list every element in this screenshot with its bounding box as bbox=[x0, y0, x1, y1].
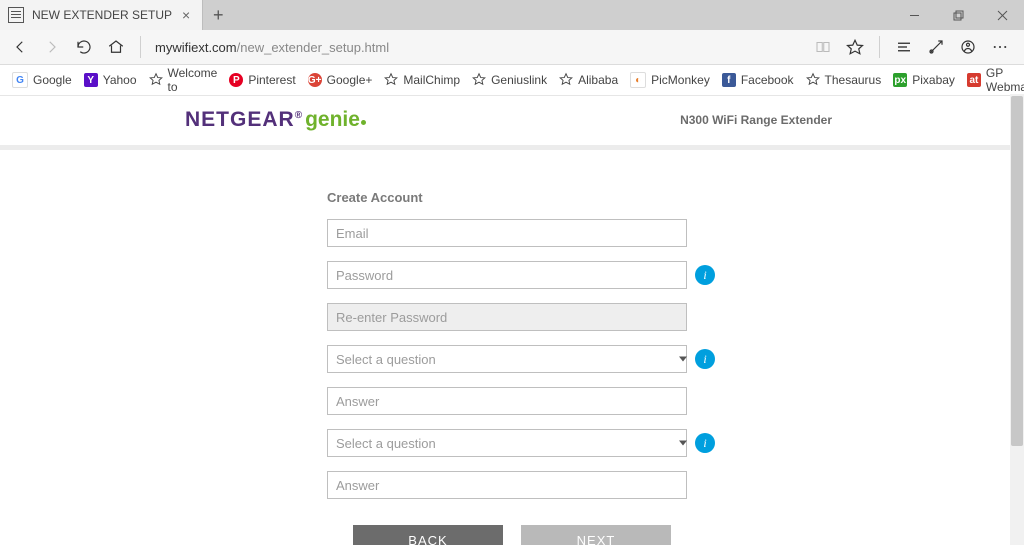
bookmark-label: Geniuslink bbox=[491, 73, 547, 87]
tab-title: NEW EXTENDER SETUP bbox=[32, 8, 172, 22]
form-title: Create Account bbox=[327, 190, 697, 205]
page-viewport: NETGEAR® genie N300 WiFi Range Extender … bbox=[0, 94, 1024, 545]
favicon: f bbox=[722, 73, 736, 87]
bookmark-label: Alibaba bbox=[578, 73, 618, 87]
window-close-button[interactable] bbox=[980, 0, 1024, 30]
bookmark-label: GP Webmail bbox=[986, 66, 1024, 94]
bookmark-item[interactable]: ◐ PicMonkey bbox=[630, 72, 710, 88]
reenter-password-field[interactable] bbox=[327, 303, 687, 331]
window-titlebar: NEW EXTENDER SETUP × + bbox=[0, 0, 1024, 30]
bookmark-item[interactable]: MailChimp bbox=[384, 72, 460, 89]
bookmark-label: Facebook bbox=[741, 73, 794, 87]
favicon: G bbox=[12, 72, 28, 88]
info-icon[interactable]: i bbox=[695, 433, 715, 453]
page-icon bbox=[8, 7, 24, 23]
bookmark-item[interactable]: Y Yahoo bbox=[84, 73, 137, 87]
bookmark-item[interactable]: G Google bbox=[12, 72, 72, 88]
nav-home-button[interactable] bbox=[102, 33, 130, 61]
star-icon bbox=[559, 72, 573, 89]
bookmark-item[interactable]: Alibaba bbox=[559, 72, 618, 89]
star-icon bbox=[472, 72, 486, 89]
more-icon[interactable] bbox=[986, 33, 1014, 61]
window-minimize-button[interactable] bbox=[892, 0, 936, 30]
url-path: /new_extender_setup.html bbox=[237, 40, 389, 55]
bookmark-label: Pixabay bbox=[912, 73, 955, 87]
nav-back-button[interactable] bbox=[6, 33, 34, 61]
bookmark-item[interactable]: at GP Webmail bbox=[967, 66, 1024, 94]
favorite-star-icon[interactable] bbox=[841, 33, 869, 61]
favicon: px bbox=[893, 73, 907, 87]
answer-1-field[interactable] bbox=[327, 387, 687, 415]
security-question-2-select[interactable]: Select a question bbox=[327, 429, 687, 457]
scrollbar[interactable] bbox=[1010, 94, 1024, 545]
page-header: NETGEAR® genie N300 WiFi Range Extender bbox=[0, 100, 1024, 150]
bookmark-label: Thesaurus bbox=[825, 73, 882, 87]
bookmark-item[interactable]: P Pinterest bbox=[229, 73, 295, 87]
toolbar-separator bbox=[140, 36, 141, 58]
bookmark-label: Pinterest bbox=[248, 73, 295, 87]
bookmark-item[interactable]: Welcome to bbox=[149, 66, 218, 94]
url-host: mywifiext.com bbox=[155, 40, 237, 55]
next-button[interactable]: NEXT bbox=[521, 525, 671, 545]
bookmark-item[interactable]: Geniuslink bbox=[472, 72, 547, 89]
tab-close-icon[interactable]: × bbox=[180, 7, 192, 23]
create-account-form: Create Account i Select a question i bbox=[327, 190, 697, 545]
favicon: at bbox=[967, 73, 981, 87]
window-restore-button[interactable] bbox=[936, 0, 980, 30]
bookmark-item[interactable]: px Pixabay bbox=[893, 73, 955, 87]
bookmark-label: Yahoo bbox=[103, 73, 137, 87]
hub-icon[interactable] bbox=[890, 33, 918, 61]
browser-toolbar: mywifiext.com/new_extender_setup.html bbox=[0, 30, 1024, 65]
info-icon[interactable]: i bbox=[695, 349, 715, 369]
bookmarks-bar: G Google Y Yahoo Welcome to P Pinterest G+ Googl… bbox=[0, 65, 1024, 96]
security-question-1-select[interactable]: Select a question bbox=[327, 345, 687, 373]
scrollbar-thumb[interactable] bbox=[1011, 96, 1023, 446]
email-field[interactable] bbox=[327, 219, 687, 247]
toolbar-separator bbox=[879, 36, 880, 58]
favicon: ◐ bbox=[630, 72, 646, 88]
address-bar[interactable]: mywifiext.com/new_extender_setup.html bbox=[151, 35, 801, 59]
nav-forward-button[interactable] bbox=[38, 33, 66, 61]
nav-refresh-button[interactable] bbox=[70, 33, 98, 61]
bookmark-label: PicMonkey bbox=[651, 73, 710, 87]
netgear-genie-logo: NETGEAR® genie bbox=[185, 108, 366, 132]
star-icon bbox=[806, 72, 820, 89]
browser-tab[interactable]: NEW EXTENDER SETUP × bbox=[0, 0, 203, 30]
answer-2-field[interactable] bbox=[327, 471, 687, 499]
back-button[interactable]: BACK bbox=[353, 525, 503, 545]
password-field[interactable] bbox=[327, 261, 687, 289]
star-icon bbox=[384, 72, 398, 89]
webnote-icon[interactable] bbox=[922, 33, 950, 61]
info-icon[interactable]: i bbox=[695, 265, 715, 285]
bookmark-item[interactable]: f Facebook bbox=[722, 73, 794, 87]
new-tab-button[interactable]: + bbox=[203, 0, 233, 30]
share-icon[interactable] bbox=[954, 33, 982, 61]
reading-view-icon[interactable] bbox=[809, 33, 837, 61]
bookmark-label: Welcome to bbox=[168, 66, 218, 94]
bookmark-label: Google bbox=[33, 73, 72, 87]
bookmark-label: MailChimp bbox=[403, 73, 460, 87]
favicon: G+ bbox=[308, 73, 322, 87]
star-icon bbox=[149, 72, 163, 89]
bookmark-item[interactable]: G+ Google+ bbox=[308, 73, 373, 87]
bookmark-label: Google+ bbox=[327, 73, 373, 87]
device-model-label: N300 WiFi Range Extender bbox=[680, 113, 832, 127]
favicon: Y bbox=[84, 73, 98, 87]
bookmark-item[interactable]: Thesaurus bbox=[806, 72, 882, 89]
favicon: P bbox=[229, 73, 243, 87]
